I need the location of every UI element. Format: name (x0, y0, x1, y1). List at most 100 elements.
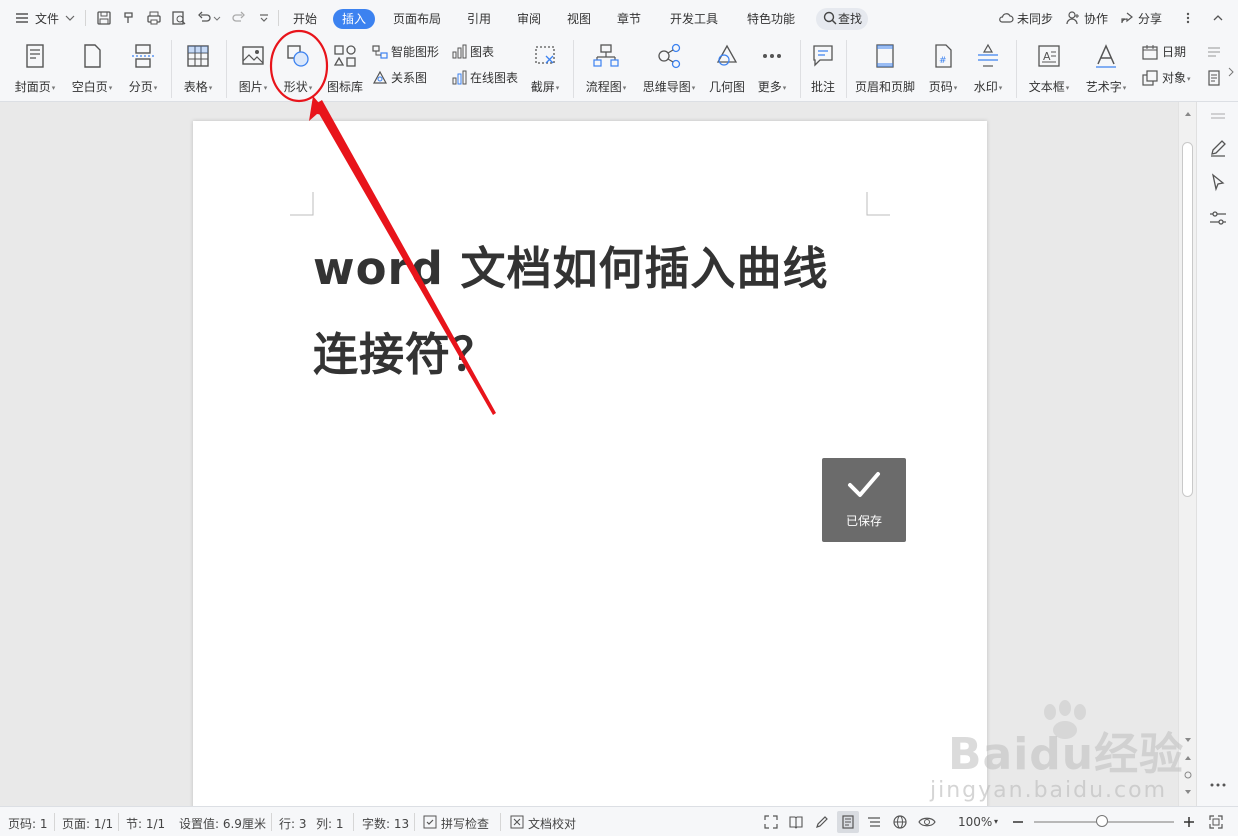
hamburger-menu-icon[interactable] (14, 10, 30, 26)
chart-icon[interactable] (451, 44, 467, 60)
print-preview-icon[interactable] (171, 10, 187, 26)
header-footer-button[interactable]: 页眉和页脚 (852, 42, 918, 94)
icon-library-button[interactable]: 图标库 (325, 42, 365, 94)
mind-map-button[interactable]: 思维导图▾ (639, 42, 699, 94)
divider (54, 813, 55, 831)
fit-window-icon[interactable] (1208, 814, 1224, 830)
pages-status[interactable]: 页面: 1/1 (62, 815, 113, 832)
watermark-url: jingyan.baidu.com (930, 778, 1168, 803)
tab-insert[interactable]: 插入 (333, 9, 376, 29)
settings-sliders-icon[interactable] (1208, 208, 1228, 228)
object-icon[interactable] (1142, 70, 1158, 86)
page-number-icon: # (935, 44, 952, 68)
file-menu[interactable]: 文件 (35, 8, 59, 30)
scroll-up-icon[interactable] (1183, 110, 1193, 118)
document-heading[interactable]: word 文档如何插入曲线 连接符？ (313, 226, 873, 398)
setting-value-status[interactable]: 设置值: 6.9厘米 (179, 815, 266, 832)
zoom-level[interactable]: 100% (958, 815, 992, 829)
picture-button[interactable]: 图片▾ (234, 42, 272, 94)
tab-references[interactable]: 引用 (467, 8, 491, 30)
outline-view-icon[interactable] (866, 814, 882, 830)
comment-button[interactable]: 批注 (806, 42, 840, 94)
share-button[interactable]: 分享 (1138, 8, 1162, 30)
print-icon[interactable] (146, 10, 162, 26)
tab-section[interactable]: 章节 (617, 8, 641, 30)
table-button[interactable]: 表格▾ (179, 42, 217, 94)
format-painter-icon[interactable] (121, 10, 137, 26)
relation-chart-icon[interactable] (372, 70, 388, 86)
column-status[interactable]: 列: 1 (316, 815, 344, 832)
watermark-button[interactable]: 水印▾ (968, 42, 1008, 94)
blank-page-button[interactable]: 空白页▾ (69, 42, 115, 94)
cover-page-button[interactable]: 封面页▾ (12, 42, 58, 94)
panel-more-icon[interactable] (1208, 780, 1228, 790)
section-status[interactable]: 节: 1/1 (126, 815, 165, 832)
tab-page-layout[interactable]: 页面布局 (393, 8, 441, 30)
text-box-button[interactable]: A 文本框▾ (1024, 42, 1074, 94)
chart-button[interactable]: 图表 (470, 43, 494, 61)
select-cursor-icon[interactable] (1208, 172, 1228, 192)
more-button[interactable]: 更多▾ (753, 42, 791, 94)
object-button[interactable]: 对象 (1162, 71, 1186, 85)
zoom-dropdown-icon[interactable]: ▾ (994, 817, 998, 826)
relation-chart-button[interactable]: 关系图 (391, 69, 427, 87)
panel-handle-icon[interactable] (1209, 110, 1227, 122)
undo-icon[interactable] (196, 10, 212, 26)
row-status[interactable]: 行: 3 (279, 815, 307, 832)
document-parts-icon[interactable] (1206, 70, 1222, 86)
fullscreen-icon[interactable] (763, 814, 779, 830)
smart-graphic-icon[interactable] (372, 44, 388, 60)
tab-developer[interactable]: 开发工具 (670, 8, 718, 30)
zoom-out-icon[interactable] (1011, 814, 1025, 830)
reading-mode-icon[interactable] (788, 814, 804, 830)
undo-dropdown-icon[interactable] (212, 10, 222, 26)
page-view-icon[interactable] (840, 814, 856, 830)
shape-button[interactable]: 形状▾ (279, 42, 317, 94)
collapse-ribbon-icon[interactable] (1210, 10, 1226, 26)
proofread-button[interactable]: 文档校对 (528, 815, 576, 832)
divider (1016, 40, 1017, 98)
flowchart-button[interactable]: 流程图▾ (581, 42, 631, 94)
date-button[interactable]: 日期 (1162, 43, 1186, 61)
word-art-button[interactable]: 艺术字▾ (1081, 42, 1131, 94)
save-icon[interactable] (96, 10, 112, 26)
proofread-icon[interactable] (510, 815, 524, 829)
spellcheck-icon[interactable] (423, 815, 437, 829)
page-number-status[interactable]: 页码: 1 (8, 815, 48, 832)
cloud-sync-icon[interactable] (998, 10, 1014, 26)
customize-quickbar-icon[interactable] (256, 10, 272, 26)
collaborate-button[interactable]: 协作 (1084, 8, 1108, 30)
write-mode-icon[interactable] (814, 814, 830, 830)
tab-special-features[interactable]: 特色功能 (747, 8, 795, 30)
online-chart-button[interactable]: 在线图表 (470, 69, 518, 87)
page-number-button[interactable]: # 页码▾ (924, 42, 962, 94)
edit-pen-icon[interactable] (1208, 138, 1228, 158)
web-view-icon[interactable] (892, 814, 908, 830)
spellcheck-button[interactable]: 拼写检查 (441, 815, 489, 832)
sync-status[interactable]: 未同步 (1017, 8, 1053, 30)
zoom-slider-thumb[interactable] (1096, 815, 1109, 827)
tab-view[interactable]: 视图 (567, 8, 591, 30)
more-options-icon[interactable] (1183, 10, 1193, 26)
geometry-button[interactable]: 几何图 (707, 42, 747, 94)
scrollbar-thumb[interactable] (1182, 142, 1193, 497)
geometry-label: 几何图 (708, 80, 745, 94)
share-icon[interactable] (1119, 10, 1135, 26)
symbol-icon[interactable] (1206, 44, 1222, 60)
eye-protection-icon[interactable] (918, 814, 936, 830)
page-number-label: 页码 (928, 80, 953, 94)
redo-icon[interactable] (231, 10, 247, 26)
online-chart-icon[interactable] (451, 70, 467, 86)
collaborate-icon[interactable] (1065, 10, 1081, 26)
smart-graphic-button[interactable]: 智能图形 (391, 43, 439, 61)
tab-home[interactable]: 开始 (293, 8, 317, 30)
screenshot-button[interactable]: 截屏▾ (526, 42, 564, 94)
tab-review[interactable]: 审阅 (517, 8, 541, 30)
date-icon[interactable] (1142, 44, 1158, 60)
icon-library-label: 图标库 (326, 80, 363, 94)
ribbon-scroll-right-icon[interactable] (1226, 64, 1236, 80)
chevron-down-icon[interactable] (64, 10, 76, 26)
word-count-status[interactable]: 字数: 13 (362, 815, 409, 832)
page-break-button[interactable]: 分页▾ (124, 42, 162, 94)
zoom-in-icon[interactable] (1182, 814, 1196, 830)
